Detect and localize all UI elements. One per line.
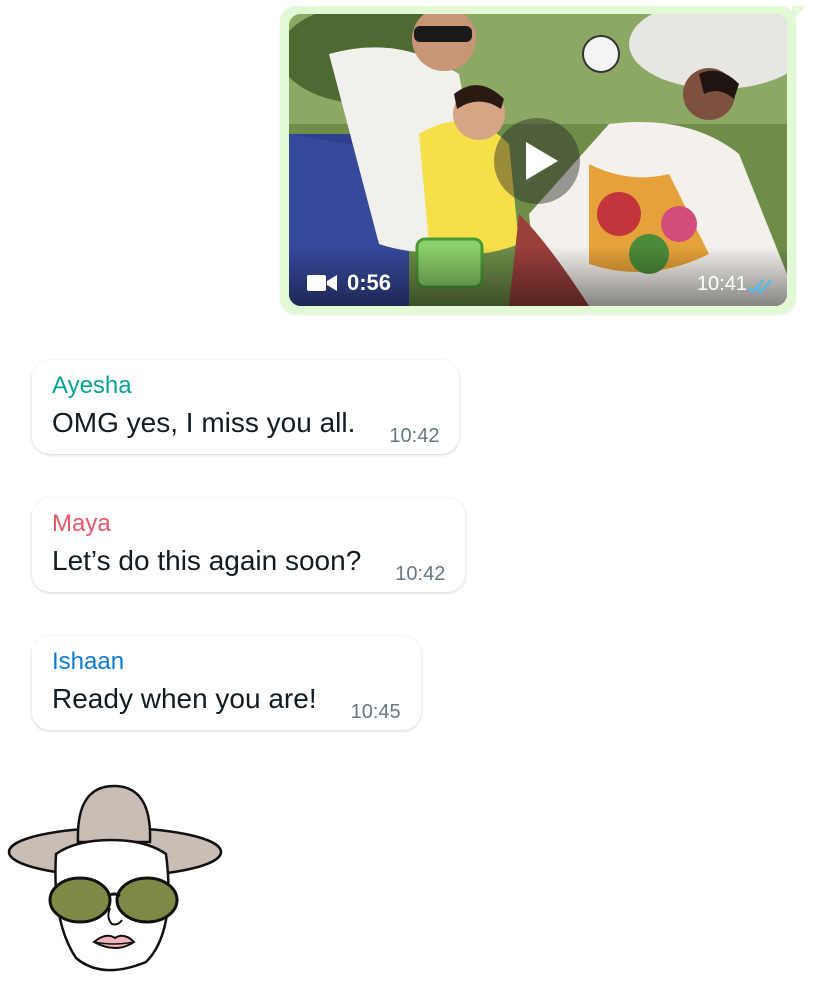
video-duration: 0:56 (307, 270, 391, 296)
message-timestamp: 10:42 (395, 563, 446, 585)
outgoing-video-message[interactable]: 0:56 10:41 (280, 6, 806, 314)
message-timestamp: 10:45 (350, 701, 401, 723)
video-camera-icon (307, 275, 337, 291)
incoming-message[interactable]: Maya Let’s do this again soon? 10:42 (19, 498, 466, 592)
sender-name[interactable]: Maya (52, 510, 445, 538)
woman-sunhat-sunglasses-avatar-icon[interactable] (6, 782, 224, 978)
incoming-message[interactable]: Ayesha OMG yes, I miss you all. 10:42 (19, 360, 460, 454)
play-button[interactable] (494, 118, 580, 204)
message-text: Let’s do this again soon? (52, 545, 362, 576)
video-thumbnail[interactable]: 0:56 10:41 (289, 14, 787, 306)
message-text: OMG yes, I miss you all. (52, 407, 356, 438)
sender-name[interactable]: Ayesha (52, 372, 439, 400)
message-text: Ready when you are! (52, 683, 317, 714)
message-timestamp: 10:42 (389, 425, 440, 447)
incoming-message[interactable]: Ishaan Ready when you are! 10:45 (20, 636, 421, 730)
video-timestamp: 10:41 (696, 273, 747, 295)
sender-name[interactable]: Ishaan (52, 648, 401, 676)
double-check-icon (748, 279, 772, 294)
video-duration-text: 0:56 (347, 270, 392, 295)
